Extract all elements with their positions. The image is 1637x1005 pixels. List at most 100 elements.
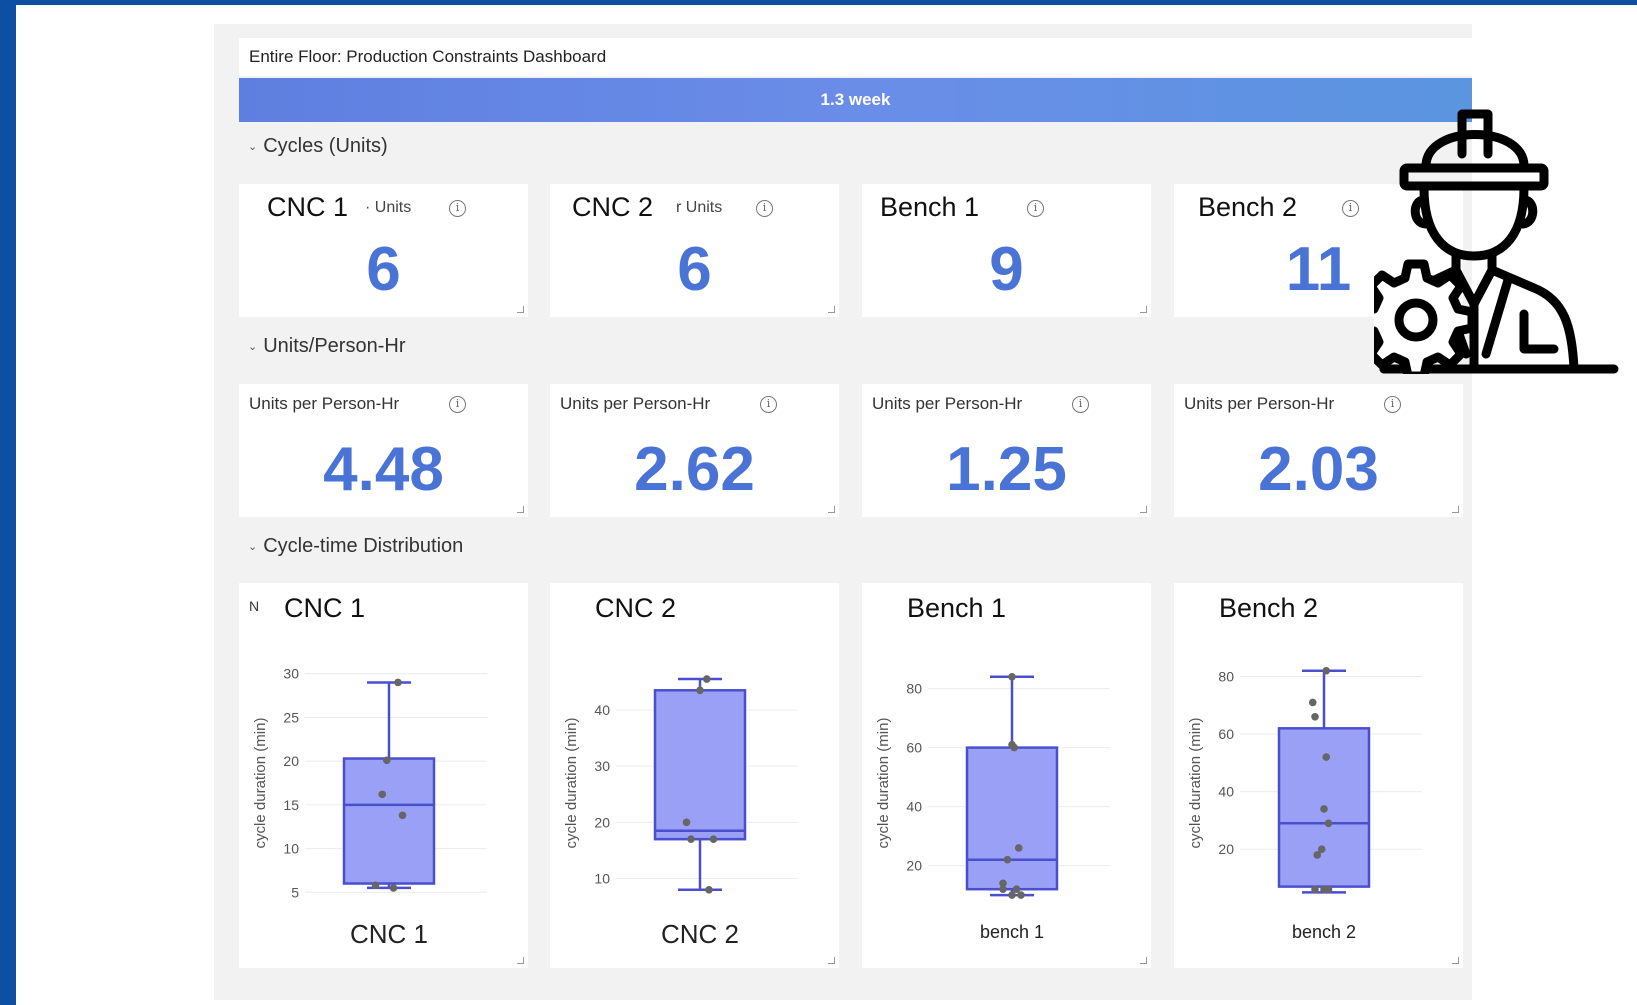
stat-value: 2.62 bbox=[634, 435, 755, 504]
data-point bbox=[1322, 753, 1331, 761]
y-tick-label: 40 bbox=[1218, 784, 1234, 800]
caret-down-icon: ⌄ bbox=[248, 341, 258, 353]
chart-title: Bench 1 bbox=[907, 593, 1006, 623]
data-point bbox=[1008, 891, 1016, 899]
data-point bbox=[382, 756, 391, 765]
uph-card-4[interactable]: Units per Person-Hr i 2.03 bbox=[1174, 384, 1463, 517]
card-title: CNC 1 bbox=[267, 192, 349, 222]
x-axis-label: CNC 2 bbox=[661, 919, 739, 949]
chart-corner-mark: N bbox=[249, 598, 259, 614]
x-axis-label: CNC 1 bbox=[350, 919, 428, 949]
y-tick-label: 80 bbox=[1218, 669, 1234, 685]
frame-left-edge bbox=[0, 0, 16, 1005]
data-point bbox=[371, 881, 380, 890]
uph-card-2[interactable]: Units per Person-Hr i 2.62 bbox=[550, 384, 839, 517]
card-subtitle: · Units bbox=[365, 199, 412, 216]
x-axis-label: bench 1 bbox=[980, 922, 1044, 942]
box-iqr bbox=[965, 746, 1059, 891]
y-tick-label: 40 bbox=[594, 702, 610, 718]
y-tick-label: 20 bbox=[906, 858, 922, 874]
card-title: Units per Person-Hr bbox=[249, 394, 400, 413]
data-point bbox=[1308, 698, 1317, 707]
box-iqr bbox=[342, 757, 436, 885]
info-icon[interactable]: i bbox=[449, 200, 466, 217]
data-point bbox=[702, 675, 711, 683]
y-tick-label: 20 bbox=[594, 814, 610, 830]
card-subtitle: r Units bbox=[676, 199, 723, 216]
y-tick-label: 5 bbox=[291, 884, 299, 900]
boxplot-bench2[interactable]: Bench 2 20 40 60 80 cycle duration (min) bench… bbox=[1174, 583, 1463, 968]
cycles-card-cnc2[interactable]: CNC 2 r Units i 6 bbox=[550, 184, 839, 317]
y-tick-label: 10 bbox=[594, 871, 610, 887]
y-tick-label: 60 bbox=[1218, 726, 1234, 742]
section-dist-header[interactable]: ⌄ Cycle-time Distribution bbox=[248, 535, 463, 558]
info-icon[interactable]: i bbox=[449, 396, 466, 413]
uph-card-3[interactable]: Units per Person-Hr i 1.25 bbox=[862, 384, 1151, 517]
stat-value: 1.25 bbox=[946, 435, 1067, 504]
data-point bbox=[682, 818, 691, 827]
data-point bbox=[999, 879, 1007, 888]
dist-card-bench1[interactable]: Bench 1 20 40 60 80 cycle duration (min) bench… bbox=[862, 583, 1151, 968]
data-point bbox=[1014, 844, 1023, 852]
boxplot-cnc2[interactable]: CNC 2 10 20 30 40 cycle duration (min) CNC 2 bbox=[550, 583, 839, 968]
stat-value: 6 bbox=[366, 235, 401, 304]
y-axis-label: cycle duration (min) bbox=[252, 718, 269, 849]
info-icon[interactable]: i bbox=[1072, 396, 1089, 413]
boxplot-cnc1[interactable]: CNC 1 N 5 10 15 20 25 30 cycle duration (min) CNC… bbox=[239, 583, 528, 968]
y-tick-label: 40 bbox=[906, 799, 922, 815]
chart-title: CNC 1 bbox=[284, 593, 365, 623]
uph-card-1[interactable]: Units per Person-Hr i 4.48 bbox=[239, 384, 528, 517]
data-point bbox=[687, 835, 695, 843]
info-icon[interactable]: i bbox=[1342, 200, 1359, 217]
info-icon[interactable]: i bbox=[760, 396, 777, 413]
data-point bbox=[696, 686, 704, 695]
dashboard-title: Entire Floor: Production Constraints Das… bbox=[239, 38, 1472, 76]
dist-card-cnc2[interactable]: CNC 2 10 20 30 40 cycle duration (min) CNC 2 bbox=[550, 583, 839, 968]
stat-value: 6 bbox=[677, 235, 712, 304]
data-point bbox=[394, 678, 402, 687]
y-tick-label: 25 bbox=[283, 709, 299, 725]
engineer-gear-icon bbox=[1374, 109, 1619, 374]
y-axis-label: cycle duration (min) bbox=[563, 718, 580, 849]
data-point bbox=[1008, 673, 1016, 681]
boxplot-bench1[interactable]: Bench 1 20 40 60 80 cycle duration (min) bench… bbox=[862, 583, 1151, 968]
info-icon[interactable]: i bbox=[756, 200, 773, 217]
chart-title: CNC 2 bbox=[595, 593, 676, 623]
section-uph-label: Units/Person-Hr bbox=[263, 335, 406, 357]
cycles-card-cnc1[interactable]: CNC 1 · Units i 6 bbox=[239, 184, 528, 317]
y-tick-label: 20 bbox=[1218, 841, 1234, 857]
y-tick-label: 60 bbox=[906, 740, 922, 756]
frame-top-edge bbox=[0, 0, 1637, 5]
stat-value: 9 bbox=[989, 235, 1024, 304]
dist-card-cnc1[interactable]: CNC 1 N 5 10 15 20 25 30 cycle duration (min) CNC… bbox=[239, 583, 528, 968]
dist-card-bench2[interactable]: Bench 2 20 40 60 80 cycle duration (min) bench… bbox=[1174, 583, 1463, 968]
data-point bbox=[1003, 855, 1012, 864]
data-point bbox=[378, 790, 387, 799]
y-tick-label: 10 bbox=[283, 841, 299, 857]
y-tick-label: 80 bbox=[906, 681, 922, 697]
section-uph-header[interactable]: ⌄ Units/Person-Hr bbox=[248, 335, 405, 358]
data-point bbox=[1311, 713, 1319, 721]
data-point bbox=[1311, 885, 1319, 894]
data-point bbox=[1320, 805, 1328, 813]
time-range-bar[interactable]: 1.3 week bbox=[239, 78, 1472, 122]
section-cycles-label: Cycles (Units) bbox=[263, 135, 388, 157]
section-cycles-header[interactable]: ⌄ Cycles (Units) bbox=[248, 135, 388, 158]
data-point bbox=[1017, 891, 1025, 899]
caret-down-icon: ⌄ bbox=[248, 541, 258, 553]
y-axis-label: cycle duration (min) bbox=[875, 718, 892, 849]
y-tick-label: 30 bbox=[594, 758, 610, 774]
data-point bbox=[1324, 819, 1333, 828]
info-icon[interactable]: i bbox=[1027, 200, 1044, 217]
y-tick-label: 30 bbox=[283, 666, 299, 682]
data-point bbox=[1324, 885, 1333, 894]
data-point bbox=[709, 835, 718, 843]
card-title: Bench 1 bbox=[880, 192, 980, 222]
cycles-card-bench1[interactable]: Bench 1 i 9 bbox=[862, 184, 1151, 317]
y-tick-label: 20 bbox=[283, 753, 299, 769]
data-point bbox=[389, 884, 398, 892]
card-title: Units per Person-Hr bbox=[872, 394, 1023, 413]
y-axis-label: cycle duration (min) bbox=[1187, 718, 1204, 849]
stat-value: 2.03 bbox=[1258, 435, 1379, 504]
info-icon[interactable]: i bbox=[1384, 396, 1401, 413]
